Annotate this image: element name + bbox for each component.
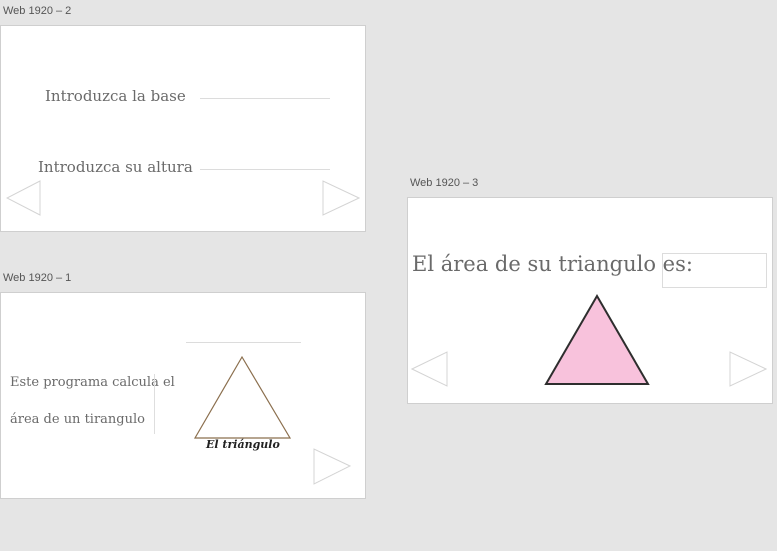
pink-triangle-icon [544,294,650,385]
base-label: Introduzca la base [45,87,186,105]
previous-arrow-icon[interactable] [411,351,448,387]
artboard-web-1920-1[interactable]: Este programa calcula el área de un tira… [0,292,366,499]
result-label: El área de su triangulo es: [412,252,693,276]
next-arrow-icon[interactable] [313,448,351,485]
text-box-border [154,374,155,434]
result-output-box [662,253,767,288]
height-label: Introduzca su altura [38,158,193,176]
intro-text-line-2: área de un tirangulo [10,412,145,427]
triangle-caption: El triángulo [206,438,280,451]
top-divider-line [186,342,301,343]
artboard-label-web-1920-3: Web 1920 – 3 [410,177,479,189]
base-input[interactable] [200,98,330,99]
artboard-label-web-1920-2: Web 1920 – 2 [3,5,72,17]
artboard-web-1920-3[interactable]: El área de su triangulo es: [407,197,773,404]
previous-arrow-icon[interactable] [6,180,42,216]
intro-text-line-1: Este programa calcula el [10,375,175,390]
triangle-outline-icon [193,355,292,439]
height-input[interactable] [200,169,330,170]
next-arrow-icon[interactable] [729,351,767,387]
artboard-web-1920-2[interactable]: Introduzca la base Introduzca su altura [0,25,366,232]
next-arrow-icon[interactable] [322,180,360,216]
artboard-label-web-1920-1: Web 1920 – 1 [3,272,72,284]
